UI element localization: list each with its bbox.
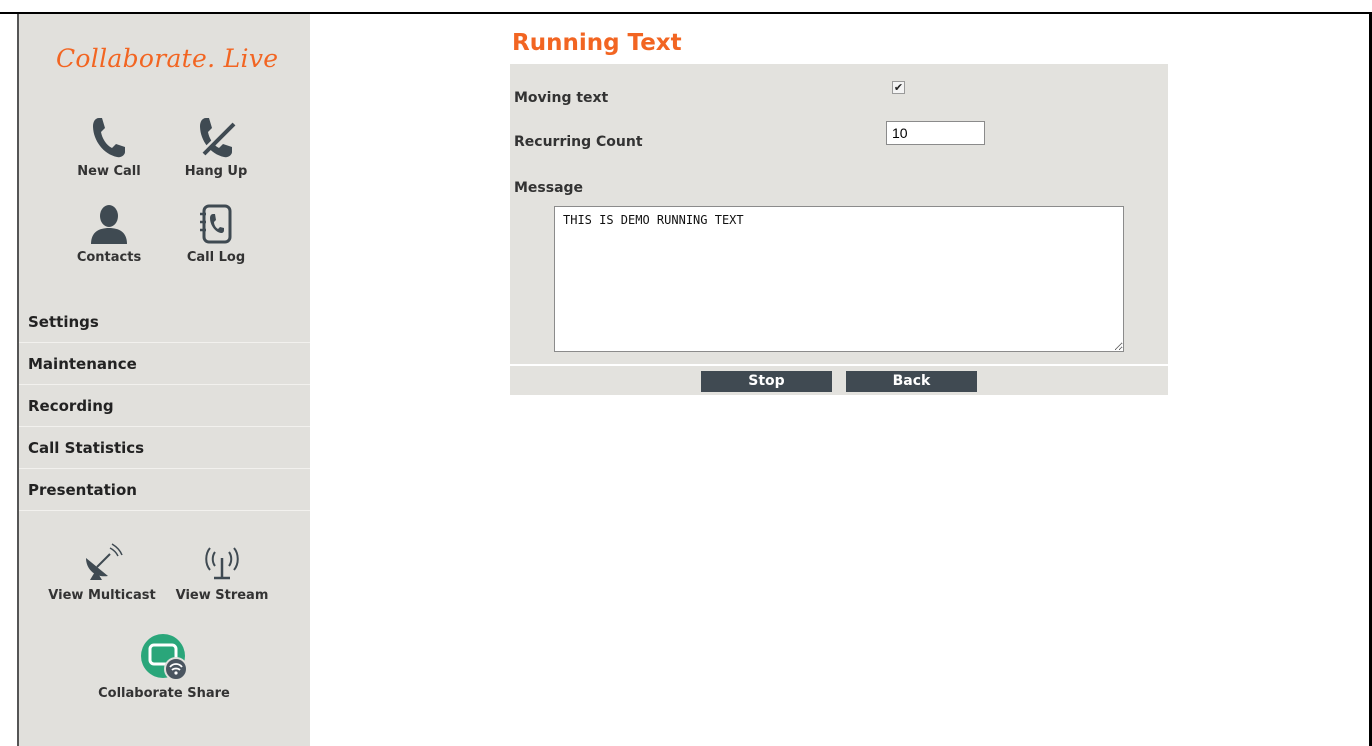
back-button[interactable]: Back — [846, 371, 977, 392]
recurring-count-label: Recurring Count — [514, 134, 643, 150]
view-stream-button[interactable]: View Stream — [162, 540, 282, 603]
contact-person-icon — [91, 205, 127, 244]
button-bar: Stop Back — [510, 364, 1168, 395]
hang-up-label: Hang Up — [184, 164, 248, 179]
settings-panel: Moving text ✔ Recurring Count Message TH… — [510, 64, 1168, 364]
stop-button[interactable]: Stop — [701, 371, 832, 392]
new-call-label: New Call — [77, 164, 141, 179]
wireless-share-icon — [141, 634, 188, 681]
call-log-icon — [200, 204, 232, 244]
message-label: Message — [514, 180, 584, 196]
contacts-label: Contacts — [76, 250, 142, 265]
moving-text-checkbox[interactable]: ✔ — [892, 81, 905, 94]
satellite-dish-icon — [86, 543, 123, 580]
collaborate-share-button[interactable]: Collaborate Share — [89, 632, 239, 701]
moving-text-label: Moving text — [514, 90, 609, 106]
view-multicast-label: View Multicast — [48, 588, 156, 603]
brand-logo: Collaborate. Live — [56, 44, 279, 73]
menu-item-maintenance[interactable]: Maintenance — [19, 343, 310, 385]
sidebar: Collaborate. Live New Call Hang Up Conta… — [19, 14, 310, 746]
collaborate-share-label: Collaborate Share — [98, 686, 230, 701]
new-call-button[interactable]: New Call — [54, 114, 164, 179]
sidebar-menu: Settings Maintenance Recording Call Stat… — [19, 301, 310, 511]
menu-item-recording[interactable]: Recording — [19, 385, 310, 427]
contacts-button[interactable]: Contacts — [54, 202, 164, 265]
page-title: Running Text — [512, 30, 682, 56]
menu-item-presentation[interactable]: Presentation — [19, 469, 310, 511]
antenna-icon — [205, 547, 239, 580]
call-log-button[interactable]: Call Log — [161, 202, 271, 265]
view-multicast-button[interactable]: View Multicast — [42, 540, 162, 603]
hang-up-button[interactable]: Hang Up — [161, 114, 271, 179]
hang-up-icon — [199, 118, 237, 158]
phone-icon — [93, 118, 125, 158]
recurring-count-input[interactable] — [886, 121, 985, 145]
menu-item-settings[interactable]: Settings — [19, 301, 310, 343]
message-textarea[interactable]: THIS IS DEMO RUNNING TEXT — [554, 206, 1124, 352]
view-stream-label: View Stream — [175, 588, 269, 603]
call-log-label: Call Log — [186, 250, 246, 265]
menu-item-call-statistics[interactable]: Call Statistics — [19, 427, 310, 469]
